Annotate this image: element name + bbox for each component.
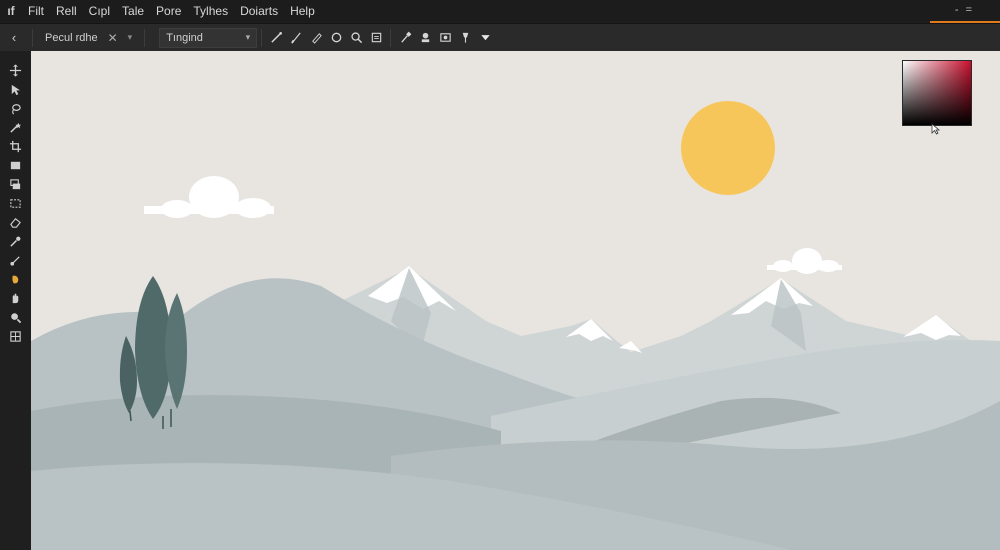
divider — [144, 28, 146, 47]
move-icon[interactable] — [0, 61, 31, 80]
eraser-icon[interactable] — [0, 213, 31, 232]
search-icon[interactable] — [347, 29, 365, 47]
menu-item-type[interactable]: Pore — [150, 4, 187, 18]
marquee-icon[interactable] — [0, 194, 31, 213]
divider — [390, 28, 392, 47]
menu-item-filter[interactable]: Doiarts — [234, 4, 284, 18]
menu-item-select[interactable]: Tylhes — [187, 4, 234, 18]
divider — [261, 28, 263, 47]
frame-icon[interactable] — [367, 29, 385, 47]
zoom-icon[interactable] — [0, 308, 31, 327]
brush-icon[interactable] — [0, 251, 31, 270]
hand-icon[interactable] — [0, 289, 31, 308]
brush-icon[interactable] — [267, 29, 285, 47]
color-picker-swatch[interactable] — [902, 60, 972, 126]
menu-item-layer[interactable]: Tale — [116, 4, 150, 18]
tool-strip — [0, 51, 32, 550]
dropdown-arrow-icon[interactable] — [476, 29, 494, 47]
divider — [32, 28, 33, 47]
menu-item-image[interactable]: Cıpl — [83, 4, 116, 18]
cursor-icon — [931, 123, 941, 135]
selection-icon[interactable] — [0, 80, 31, 99]
preset-field[interactable]: Pecul rdhe ✕ ▾ — [37, 31, 140, 45]
magic-wand-icon[interactable] — [0, 118, 31, 137]
layers-icon[interactable] — [436, 29, 454, 47]
landscape-artwork — [31, 51, 1000, 550]
eyedropper-icon[interactable] — [0, 232, 31, 251]
rectangle-icon[interactable] — [0, 156, 31, 175]
eyedropper-icon[interactable] — [396, 29, 414, 47]
chevron-down-icon: ▾ — [245, 32, 251, 42]
app-logo[interactable]: ıf — [0, 4, 22, 18]
pencil-icon[interactable] — [307, 29, 325, 47]
menu-bar: ıf Filt Rell Cıpl Tale Pore Tylhes Doiar… — [0, 0, 1000, 23]
close-icon[interactable]: ✕ — [108, 31, 118, 45]
sun — [681, 101, 775, 195]
grid-icon[interactable] — [0, 327, 31, 346]
mode-value: Tıngind — [166, 31, 203, 44]
options-bar: ‹ Pecul rdhe ✕ ▾ Tıngind ▾ — [0, 23, 1000, 52]
window-controls[interactable]: - = — [955, 4, 974, 16]
menu-item-file[interactable]: Filt — [22, 4, 50, 18]
menu-item-edit[interactable]: Rell — [50, 4, 83, 18]
lasso-icon[interactable] — [327, 29, 345, 47]
lasso-icon[interactable] — [0, 99, 31, 118]
canvas[interactable] — [31, 51, 1000, 550]
color-swatch-icon[interactable] — [0, 270, 31, 289]
menu-item-help[interactable]: Help — [284, 4, 321, 18]
pin-icon[interactable] — [456, 29, 474, 47]
preset-label: Pecul rdhe — [45, 31, 98, 44]
chevron-down-icon[interactable]: ▾ — [128, 32, 133, 43]
stamp-icon[interactable] — [416, 29, 434, 47]
back-button[interactable]: ‹ — [0, 30, 28, 45]
layer-icon[interactable] — [0, 175, 31, 194]
crop-icon[interactable] — [0, 137, 31, 156]
pen-icon[interactable] — [287, 29, 305, 47]
mode-select[interactable]: Tıngind ▾ — [159, 27, 258, 48]
